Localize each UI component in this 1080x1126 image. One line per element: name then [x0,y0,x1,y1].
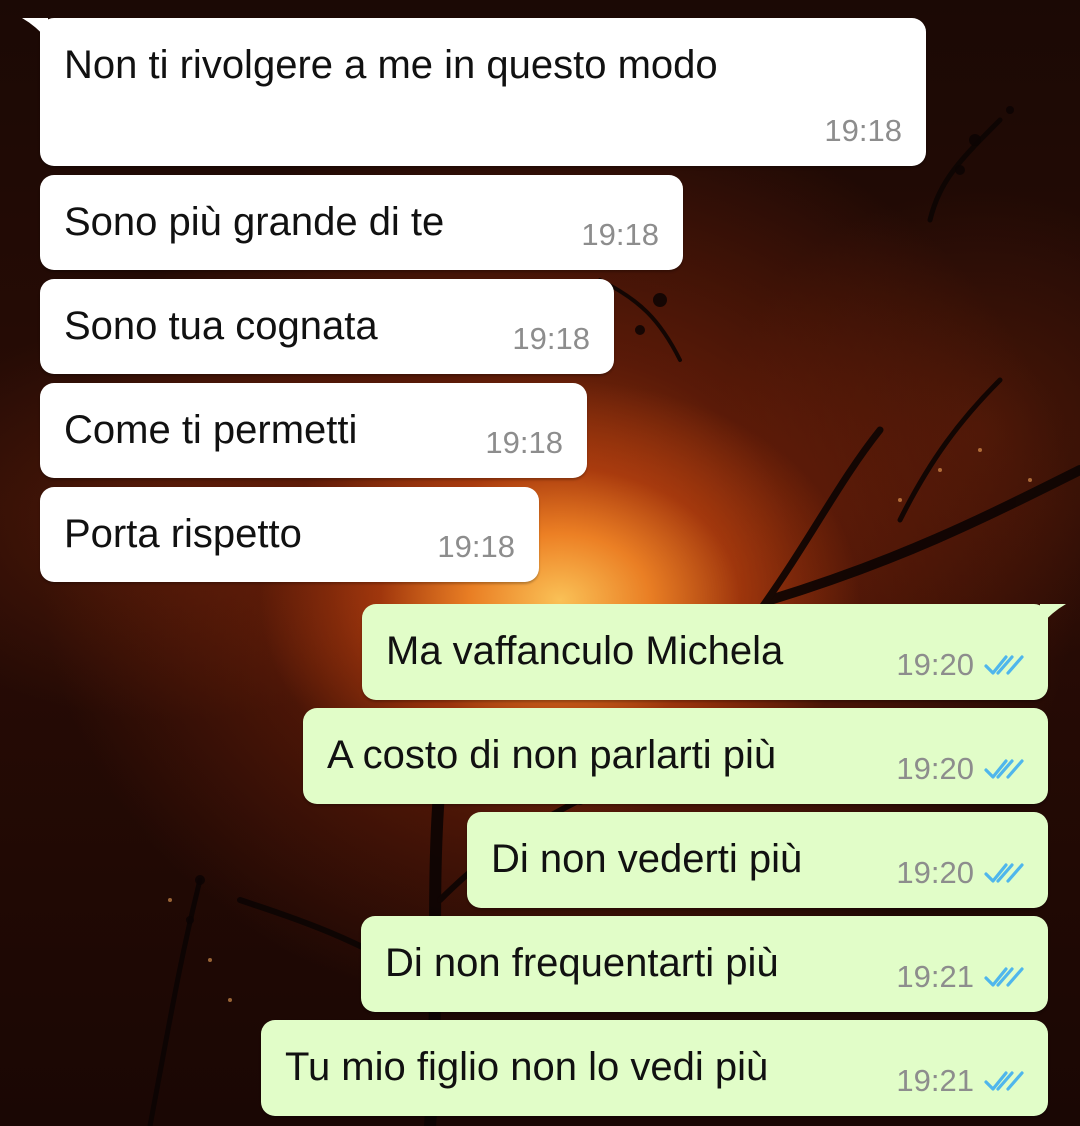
outgoing-message[interactable]: Tu mio figlio non lo vedi più 19:21 [261,1020,1048,1116]
message-meta: 19:21 [896,960,1024,994]
incoming-message[interactable]: Porta rispetto 19:18 [40,487,539,582]
message-text: Ma vaffanculo Michela [386,629,784,673]
message-meta: 19:20 [896,856,1024,890]
message-text: Di non vederti più [491,837,803,881]
incoming-message[interactable]: Sono più grande di te 19:18 [40,175,683,270]
message-meta: 19:18 [824,114,902,148]
message-meta: 19:18 [485,426,563,460]
message-list[interactable]: Non ti rivolgere a me in questo modo 19:… [0,0,1080,1126]
message-time: 19:21 [896,1063,974,1098]
message-text: Sono tua cognata [64,304,378,348]
message-time: 19:20 [896,751,974,786]
message-text: Di non frequentarti più [385,941,779,985]
message-time: 19:20 [896,647,974,682]
message-text: Tu mio figlio non lo vedi più [285,1045,769,1089]
message-meta: 19:18 [512,322,590,356]
message-meta: 19:21 [896,1064,1024,1098]
message-time: 19:18 [512,321,590,356]
message-time: 19:18 [824,113,902,148]
bubble-tail [1040,604,1066,626]
message-meta: 19:20 [896,752,1024,786]
outgoing-message[interactable]: Di non vederti più 19:20 [467,812,1048,908]
double-check-icon [984,655,1024,675]
message-text: Porta rispetto [64,512,302,556]
double-check-icon [984,759,1024,779]
message-time: 19:18 [437,529,515,564]
message-text: Sono più grande di te [64,200,445,244]
incoming-message[interactable]: Come ti permetti 19:18 [40,383,587,478]
message-time: 19:18 [581,217,659,252]
message-meta: 19:18 [437,530,515,564]
bubble-tail [22,18,48,40]
outgoing-message[interactable]: Di non frequentarti più 19:21 [361,916,1048,1012]
message-text: Come ti permetti [64,408,358,452]
message-text: A costo di non parlarti più [327,733,777,777]
message-meta: 19:20 [896,648,1024,682]
outgoing-message[interactable]: A costo di non parlarti più 19:20 [303,708,1048,804]
incoming-message[interactable]: Non ti rivolgere a me in questo modo 19:… [22,18,926,166]
outgoing-message[interactable]: Ma vaffanculo Michela 19:20 [362,604,1066,700]
double-check-icon [984,863,1024,883]
double-check-icon [984,967,1024,987]
message-text: Non ti rivolgere a me in questo modo [64,43,718,87]
message-time: 19:21 [896,959,974,994]
double-check-icon [984,1071,1024,1091]
message-time: 19:18 [485,425,563,460]
incoming-message[interactable]: Sono tua cognata 19:18 [40,279,614,374]
message-meta: 19:18 [581,218,659,252]
message-time: 19:20 [896,855,974,890]
